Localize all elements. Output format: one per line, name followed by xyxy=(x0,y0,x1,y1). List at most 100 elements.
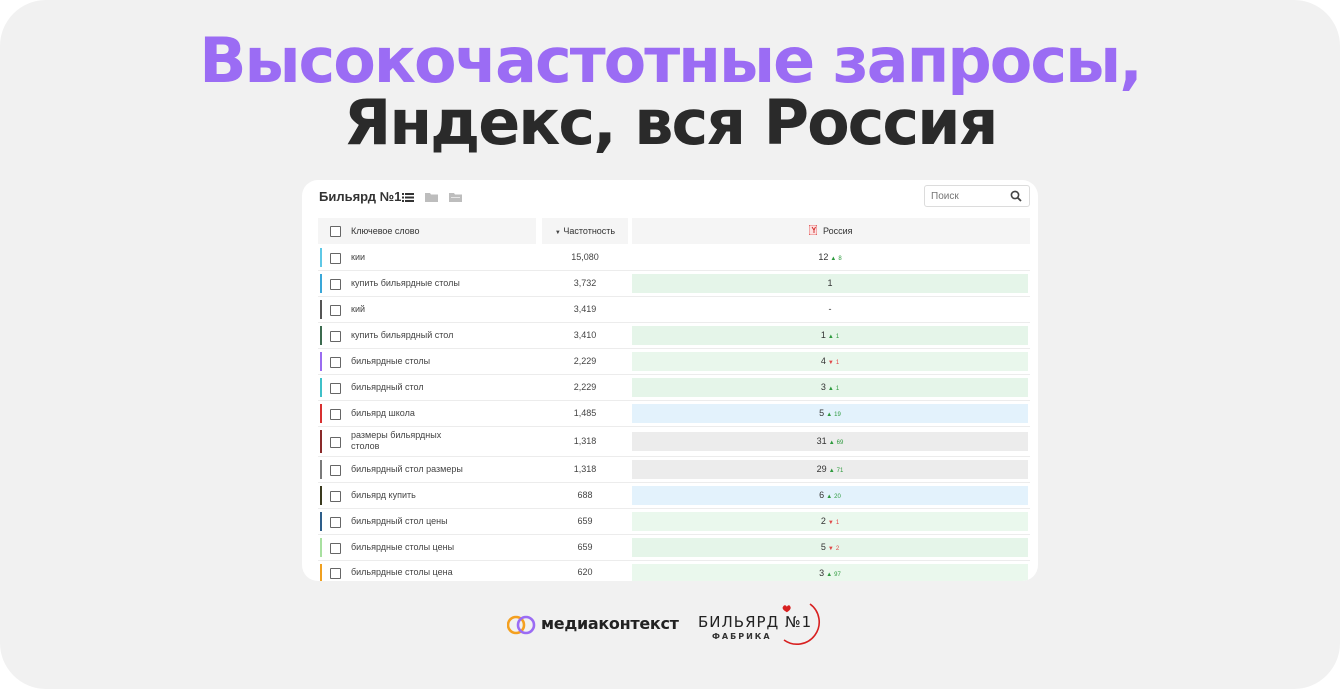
frequency-cell: 3,410 xyxy=(573,329,597,340)
headline-line-2: Яндекс, вся Россия xyxy=(343,86,999,159)
table-row[interactable]: бильярдные столы цена 620 3 ▲ 97 xyxy=(318,561,1030,581)
table-row[interactable]: бильярд купить 688 6 ▲ 20 xyxy=(318,483,1030,509)
frequency-cell: 15,080 xyxy=(571,251,599,262)
table-row[interactable]: купить бильярдный стол 3,410 1 ▲ 1 xyxy=(318,323,1030,349)
table-row[interactable]: бильярдные столы цены 659 5 ▼ 2 xyxy=(318,535,1030,561)
table-row[interactable]: бильярдный стол размеры 1,318 29 ▲ 71 xyxy=(318,457,1030,483)
folder-open-icon[interactable] xyxy=(449,192,462,202)
row-color-stripe xyxy=(320,512,322,531)
list-view-icon[interactable] xyxy=(402,193,414,202)
row-color-stripe xyxy=(320,486,322,505)
row-color-stripe xyxy=(320,248,322,267)
position-change: 69 xyxy=(836,440,844,446)
frequency-cell: 2,229 xyxy=(573,381,597,392)
position-change: 1 xyxy=(835,520,840,526)
row-checkbox[interactable] xyxy=(330,490,341,502)
position-value: 1 xyxy=(820,330,826,340)
keyword-cell: бильярдные столы цена xyxy=(351,567,453,577)
position-value: 2 xyxy=(820,516,826,526)
position-cell: 29 ▲ 71 xyxy=(632,460,1028,479)
sort-desc-icon: ▼ xyxy=(554,230,561,236)
mediacontext-logo-icon xyxy=(507,615,536,635)
frequency-cell: 659 xyxy=(577,515,593,526)
position-cell: 3 ▲ 1 xyxy=(632,378,1028,397)
billiard-logo-arc-icon xyxy=(782,603,820,645)
table-row[interactable]: купить бильярдные столы 3,732 1 xyxy=(318,271,1030,297)
row-color-stripe xyxy=(320,378,322,397)
slide-background: Высокочастотные запросы, Яндекс, вся Рос… xyxy=(0,0,1340,689)
frequency-cell: 659 xyxy=(577,541,593,552)
table-row[interactable]: бильярд школа 1,485 5 ▲ 19 xyxy=(318,401,1030,427)
position-value: 1 xyxy=(827,278,833,288)
row-color-stripe xyxy=(320,326,322,345)
headline: Высокочастотные запросы, Яндекс, вся Рос… xyxy=(0,30,1340,154)
position-value: 4 xyxy=(820,356,826,366)
region-column-header[interactable]: Россия xyxy=(632,218,1030,244)
position-value: 12 xyxy=(818,252,829,262)
row-checkbox[interactable] xyxy=(330,278,341,290)
table-row[interactable]: бильярдный стол 2,229 3 ▲ 1 xyxy=(318,375,1030,401)
search-icon[interactable] xyxy=(1010,190,1022,202)
position-cell: 1 ▲ 1 xyxy=(632,326,1028,345)
rank-up-arrow-icon: ▲ xyxy=(826,494,833,500)
footer: медиаконтекст БИЛЬЯРД №1 ФАБРИКА xyxy=(0,602,1340,652)
rank-up-arrow-icon: ▲ xyxy=(828,468,835,474)
frequency-cell: 2,229 xyxy=(573,355,597,366)
keyword-cell: бильярдный стол цены xyxy=(351,515,448,526)
row-color-stripe xyxy=(320,404,322,423)
row-color-stripe xyxy=(320,352,322,371)
table-row[interactable]: размеры бильярдных столов 1,318 31 ▲ 69 xyxy=(318,427,1030,457)
position-value: 3 xyxy=(819,567,825,578)
rank-up-arrow-icon: ▲ xyxy=(830,256,837,262)
row-checkbox[interactable] xyxy=(330,516,341,528)
position-cell: - xyxy=(632,300,1028,319)
headline-line-1: Высокочастотные запросы, xyxy=(199,24,1143,97)
table-row[interactable]: кии 15,080 12 ▲ 8 xyxy=(318,245,1030,271)
position-cell: 31 ▲ 69 xyxy=(632,432,1028,451)
keyword-cell: бильярд школа xyxy=(351,407,415,418)
frequency-column-header[interactable]: ▼ Частотность xyxy=(542,218,628,244)
position-change: 19 xyxy=(834,412,841,418)
keyword-cell: бильярдный стол размеры xyxy=(351,463,463,474)
frequency-cell: 1,485 xyxy=(573,407,597,418)
row-checkbox[interactable] xyxy=(330,304,341,316)
table-header: Ключевое слово ▼ Частотность Россия xyxy=(318,218,1030,244)
keyword-cell: купить бильярдный стол xyxy=(351,329,454,340)
project-name[interactable]: Бильярд №1 xyxy=(319,189,401,204)
table-row[interactable]: бильярдные столы 2,229 4 ▼ 1 xyxy=(318,349,1030,375)
frequency-cell: 1,318 xyxy=(573,463,597,474)
toolbar: Бильярд №1 xyxy=(302,180,1038,214)
keyword-cell: бильярдный стол xyxy=(351,381,424,392)
keyword-cell: купить бильярдные столы xyxy=(351,277,460,288)
table-row[interactable]: кий 3,419 - xyxy=(318,297,1030,323)
row-color-stripe xyxy=(320,430,322,453)
rank-up-arrow-icon: ▲ xyxy=(826,571,833,578)
row-checkbox[interactable] xyxy=(330,252,341,264)
row-checkbox[interactable] xyxy=(330,436,341,448)
table-row[interactable]: бильярдный стол цены 659 2 ▼ 1 xyxy=(318,509,1030,535)
keyword-cell: бильярдные столы xyxy=(351,355,431,366)
row-checkbox[interactable] xyxy=(330,382,341,394)
keyword-cell: бильярд купить xyxy=(351,489,416,500)
keyword-column-header[interactable]: Ключевое слово xyxy=(318,218,536,244)
rank-up-arrow-icon: ▲ xyxy=(828,440,835,446)
row-checkbox[interactable] xyxy=(330,356,341,368)
select-all-checkbox[interactable] xyxy=(330,226,341,237)
row-checkbox[interactable] xyxy=(330,542,341,554)
row-checkbox[interactable] xyxy=(330,408,341,420)
row-checkbox[interactable] xyxy=(330,464,341,476)
position-value: 29 xyxy=(816,464,827,474)
position-change: 20 xyxy=(834,494,841,500)
row-checkbox[interactable] xyxy=(330,330,341,342)
frequency-cell: 3,419 xyxy=(573,303,597,314)
position-cell: 4 ▼ 1 xyxy=(632,352,1028,371)
position-change: 97 xyxy=(834,571,841,578)
position-change: 8 xyxy=(838,256,842,262)
search-box[interactable] xyxy=(924,185,1030,207)
position-value: 5 xyxy=(820,542,826,552)
position-cell: 2 ▼ 1 xyxy=(632,512,1028,531)
position-value: - xyxy=(828,304,832,314)
row-checkbox[interactable] xyxy=(330,568,341,579)
search-input[interactable] xyxy=(931,189,1005,203)
folder-icon[interactable] xyxy=(425,192,438,202)
